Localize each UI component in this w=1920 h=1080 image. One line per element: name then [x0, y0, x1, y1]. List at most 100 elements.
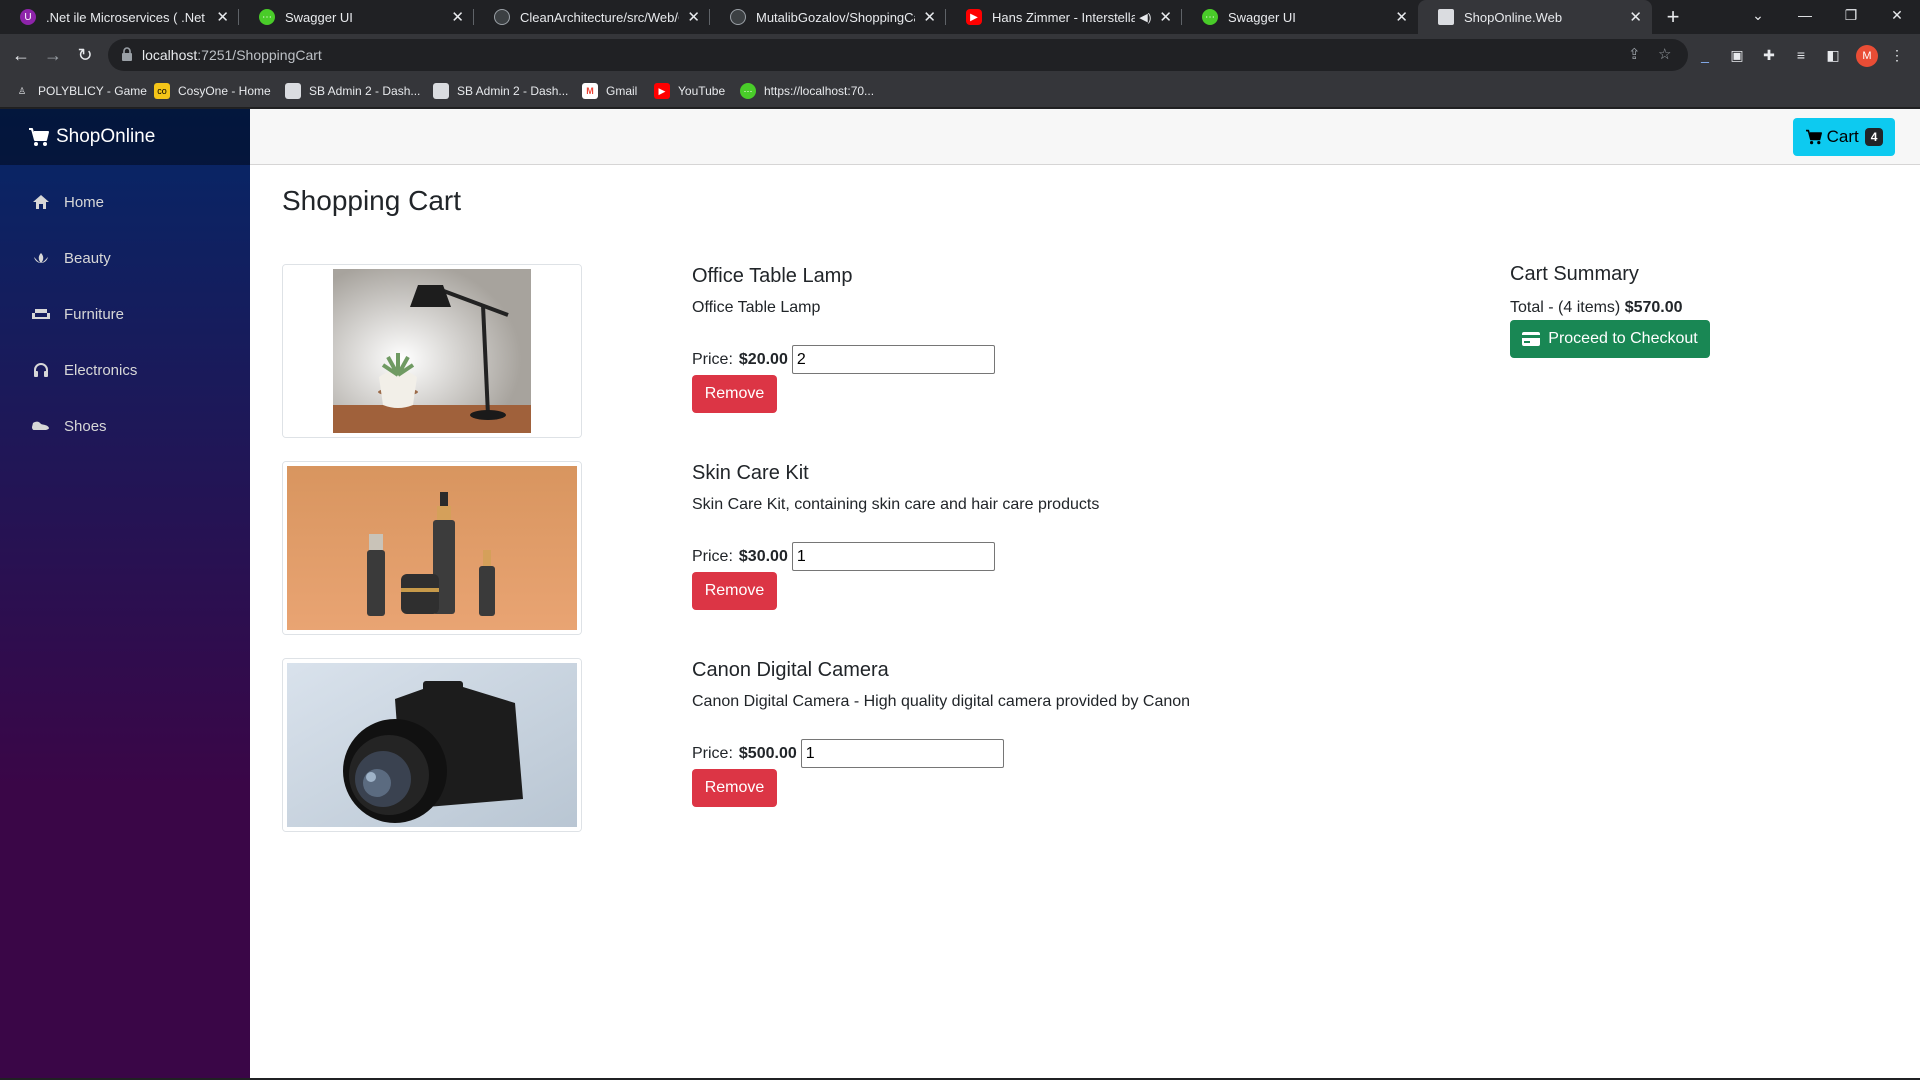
browser-tab[interactable]: U .Net ile Microservices ( .Net 7 Up ✕: [0, 0, 239, 34]
total-amount: $570.00: [1624, 299, 1683, 316]
gmail-icon: M: [582, 83, 598, 99]
checkout-label: Proceed to Checkout: [1548, 330, 1698, 347]
nav-item-home[interactable]: Home: [30, 193, 104, 211]
brand-link[interactable]: ShopOnline: [0, 109, 250, 165]
forward-button[interactable]: →: [40, 42, 66, 68]
menu-kebab-icon[interactable]: ⋮: [1888, 46, 1906, 64]
office-lamp-image: [283, 265, 581, 437]
browser-tab[interactable]: ⋯ Swagger UI ✕: [239, 0, 474, 34]
remove-button[interactable]: Remove: [692, 572, 777, 610]
minimize-button[interactable]: —: [1782, 0, 1828, 34]
bookmark-item[interactable]: ♙ POLYBLICY - Game: [14, 83, 147, 99]
main-content: Shopping Cart Office Table Lamp Office T…: [250, 165, 1920, 1078]
quantity-input[interactable]: [800, 739, 1004, 768]
page-favicon-icon: [1438, 9, 1454, 25]
browser-tab[interactable]: MutalibGozalov/ShoppingCart: S ✕: [710, 0, 946, 34]
tab-title: ShopOnline.Web: [1464, 9, 1563, 25]
reload-button[interactable]: ↻: [72, 42, 98, 68]
nav-item-furniture[interactable]: Furniture: [30, 305, 124, 323]
brand-name: ShopOnline: [56, 126, 156, 147]
browser-tab-bar: U .Net ile Microservices ( .Net 7 Up ✕ ⋯…: [0, 0, 1920, 34]
quantity-input[interactable]: [791, 345, 995, 374]
headphones-icon: [30, 361, 52, 379]
close-tab-icon[interactable]: ✕: [1629, 8, 1642, 26]
remove-button[interactable]: Remove: [692, 769, 777, 807]
nav-label: Beauty: [64, 249, 111, 267]
extension-screen-icon[interactable]: ▣: [1728, 46, 1746, 64]
bookmark-item[interactable]: ⋯ https://localhost:70...: [740, 83, 874, 99]
lock-icon[interactable]: [121, 47, 133, 61]
address-bar: ← → ↻ localhost:7251/ShoppingCart ⇪ ☆ _ …: [0, 34, 1920, 76]
item-description: Canon Digital Camera - High quality digi…: [692, 693, 1191, 710]
close-window-button[interactable]: ✕: [1874, 0, 1920, 34]
tab-search-chevron-icon[interactable]: ⌄: [1735, 0, 1781, 34]
nav-label: Furniture: [64, 305, 125, 323]
tab-title: Hans Zimmer - Interstellar (: [992, 9, 1136, 25]
profile-avatar[interactable]: M: [1856, 45, 1878, 67]
close-tab-icon[interactable]: ✕: [451, 8, 464, 26]
restore-button[interactable]: ❐: [1828, 0, 1874, 34]
new-tab-button[interactable]: +: [1660, 4, 1686, 30]
nav-item-beauty[interactable]: Beauty: [30, 249, 111, 267]
sidebar: ShopOnline Home Beauty Furniture Electro…: [0, 109, 250, 1078]
swagger-favicon-icon: ⋯: [1202, 9, 1218, 25]
item-name: Canon Digital Camera: [692, 659, 889, 681]
close-tab-icon[interactable]: ✕: [216, 8, 229, 26]
bookmark-item[interactable]: co CosyOne - Home: [154, 83, 271, 99]
cart-button[interactable]: Cart 4: [1793, 118, 1895, 156]
tab-title: MutalibGozalov/ShoppingCart: S: [756, 9, 916, 25]
close-tab-icon[interactable]: ✕: [687, 8, 700, 26]
audio-playing-icon[interactable]: ◀): [1139, 11, 1151, 24]
github-favicon-icon: [494, 9, 510, 25]
share-icon[interactable]: ⇪: [1628, 45, 1641, 63]
github-favicon-icon: [730, 9, 746, 25]
nav-label: Shoes: [64, 417, 107, 435]
total-prefix: Total - (4 items): [1510, 299, 1621, 316]
item-name: Office Table Lamp: [692, 265, 853, 287]
tab-title: Swagger UI: [1228, 9, 1296, 25]
media-queue-icon[interactable]: ≡: [1792, 46, 1810, 64]
bookmark-item[interactable]: ▶ YouTube: [654, 83, 725, 99]
swagger-icon: ⋯: [740, 83, 756, 99]
download-icon[interactable]: _: [1696, 46, 1714, 64]
price-label: Price:: [692, 547, 733, 565]
nav-item-shoes[interactable]: Shoes: [30, 417, 107, 435]
cart-summary-title: Cart Summary: [1510, 263, 1639, 285]
close-tab-icon[interactable]: ✕: [1159, 8, 1172, 26]
price-label: Price:: [692, 744, 733, 762]
top-bar: Cart 4: [250, 109, 1920, 165]
cart-icon: [29, 128, 49, 146]
swagger-favicon-icon: ⋯: [259, 9, 275, 25]
item-price: $20.00: [738, 350, 788, 368]
browser-tab-active[interactable]: ShopOnline.Web ✕: [1418, 0, 1652, 34]
back-button[interactable]: ←: [8, 42, 34, 68]
browser-tab[interactable]: ⋯ Swagger UI ✕: [1182, 0, 1418, 34]
remove-button[interactable]: Remove: [692, 375, 777, 413]
url-input[interactable]: localhost:7251/ShoppingCart ⇪ ☆: [108, 39, 1688, 71]
bookmark-page-icon: [433, 83, 449, 99]
product-image: [282, 658, 582, 832]
close-tab-icon[interactable]: ✕: [1395, 8, 1408, 26]
nav-item-electronics[interactable]: Electronics: [30, 361, 137, 379]
tab-title: .Net ile Microservices ( .Net 7 Up: [46, 9, 208, 25]
proceed-to-checkout-button[interactable]: Proceed to Checkout: [1510, 320, 1710, 358]
tab-title: Swagger UI: [285, 9, 353, 25]
bookmark-star-icon[interactable]: ☆: [1658, 45, 1671, 63]
close-tab-icon[interactable]: ✕: [923, 8, 936, 26]
bookmark-item[interactable]: SB Admin 2 - Dash...: [285, 83, 420, 99]
price-row: Price: $20.00: [692, 345, 995, 374]
side-panel-icon[interactable]: ◧: [1824, 46, 1842, 64]
bookmark-item[interactable]: M Gmail: [582, 83, 637, 99]
cart-summary-total: Total - (4 items) $570.00: [1510, 299, 1683, 317]
price-row: Price: $500.00: [692, 739, 1004, 768]
lotus-icon: [30, 249, 52, 267]
bookmarks-bar: ♙ POLYBLICY - Game co CosyOne - Home SB Ad…: [0, 76, 1920, 108]
extensions-puzzle-icon[interactable]: ✚: [1760, 46, 1778, 64]
bookmark-icon: ♙: [17, 85, 27, 96]
item-description: Skin Care Kit, containing skin care and …: [692, 496, 1100, 513]
bookmark-item[interactable]: SB Admin 2 - Dash...: [433, 83, 568, 99]
youtube-favicon-icon: ▶: [966, 9, 982, 25]
browser-tab[interactable]: CleanArchitecture/src/Web/Con ✕: [474, 0, 710, 34]
browser-tab[interactable]: ▶ Hans Zimmer - Interstellar ( ◀) ✕: [946, 0, 1182, 34]
quantity-input[interactable]: [791, 542, 995, 571]
